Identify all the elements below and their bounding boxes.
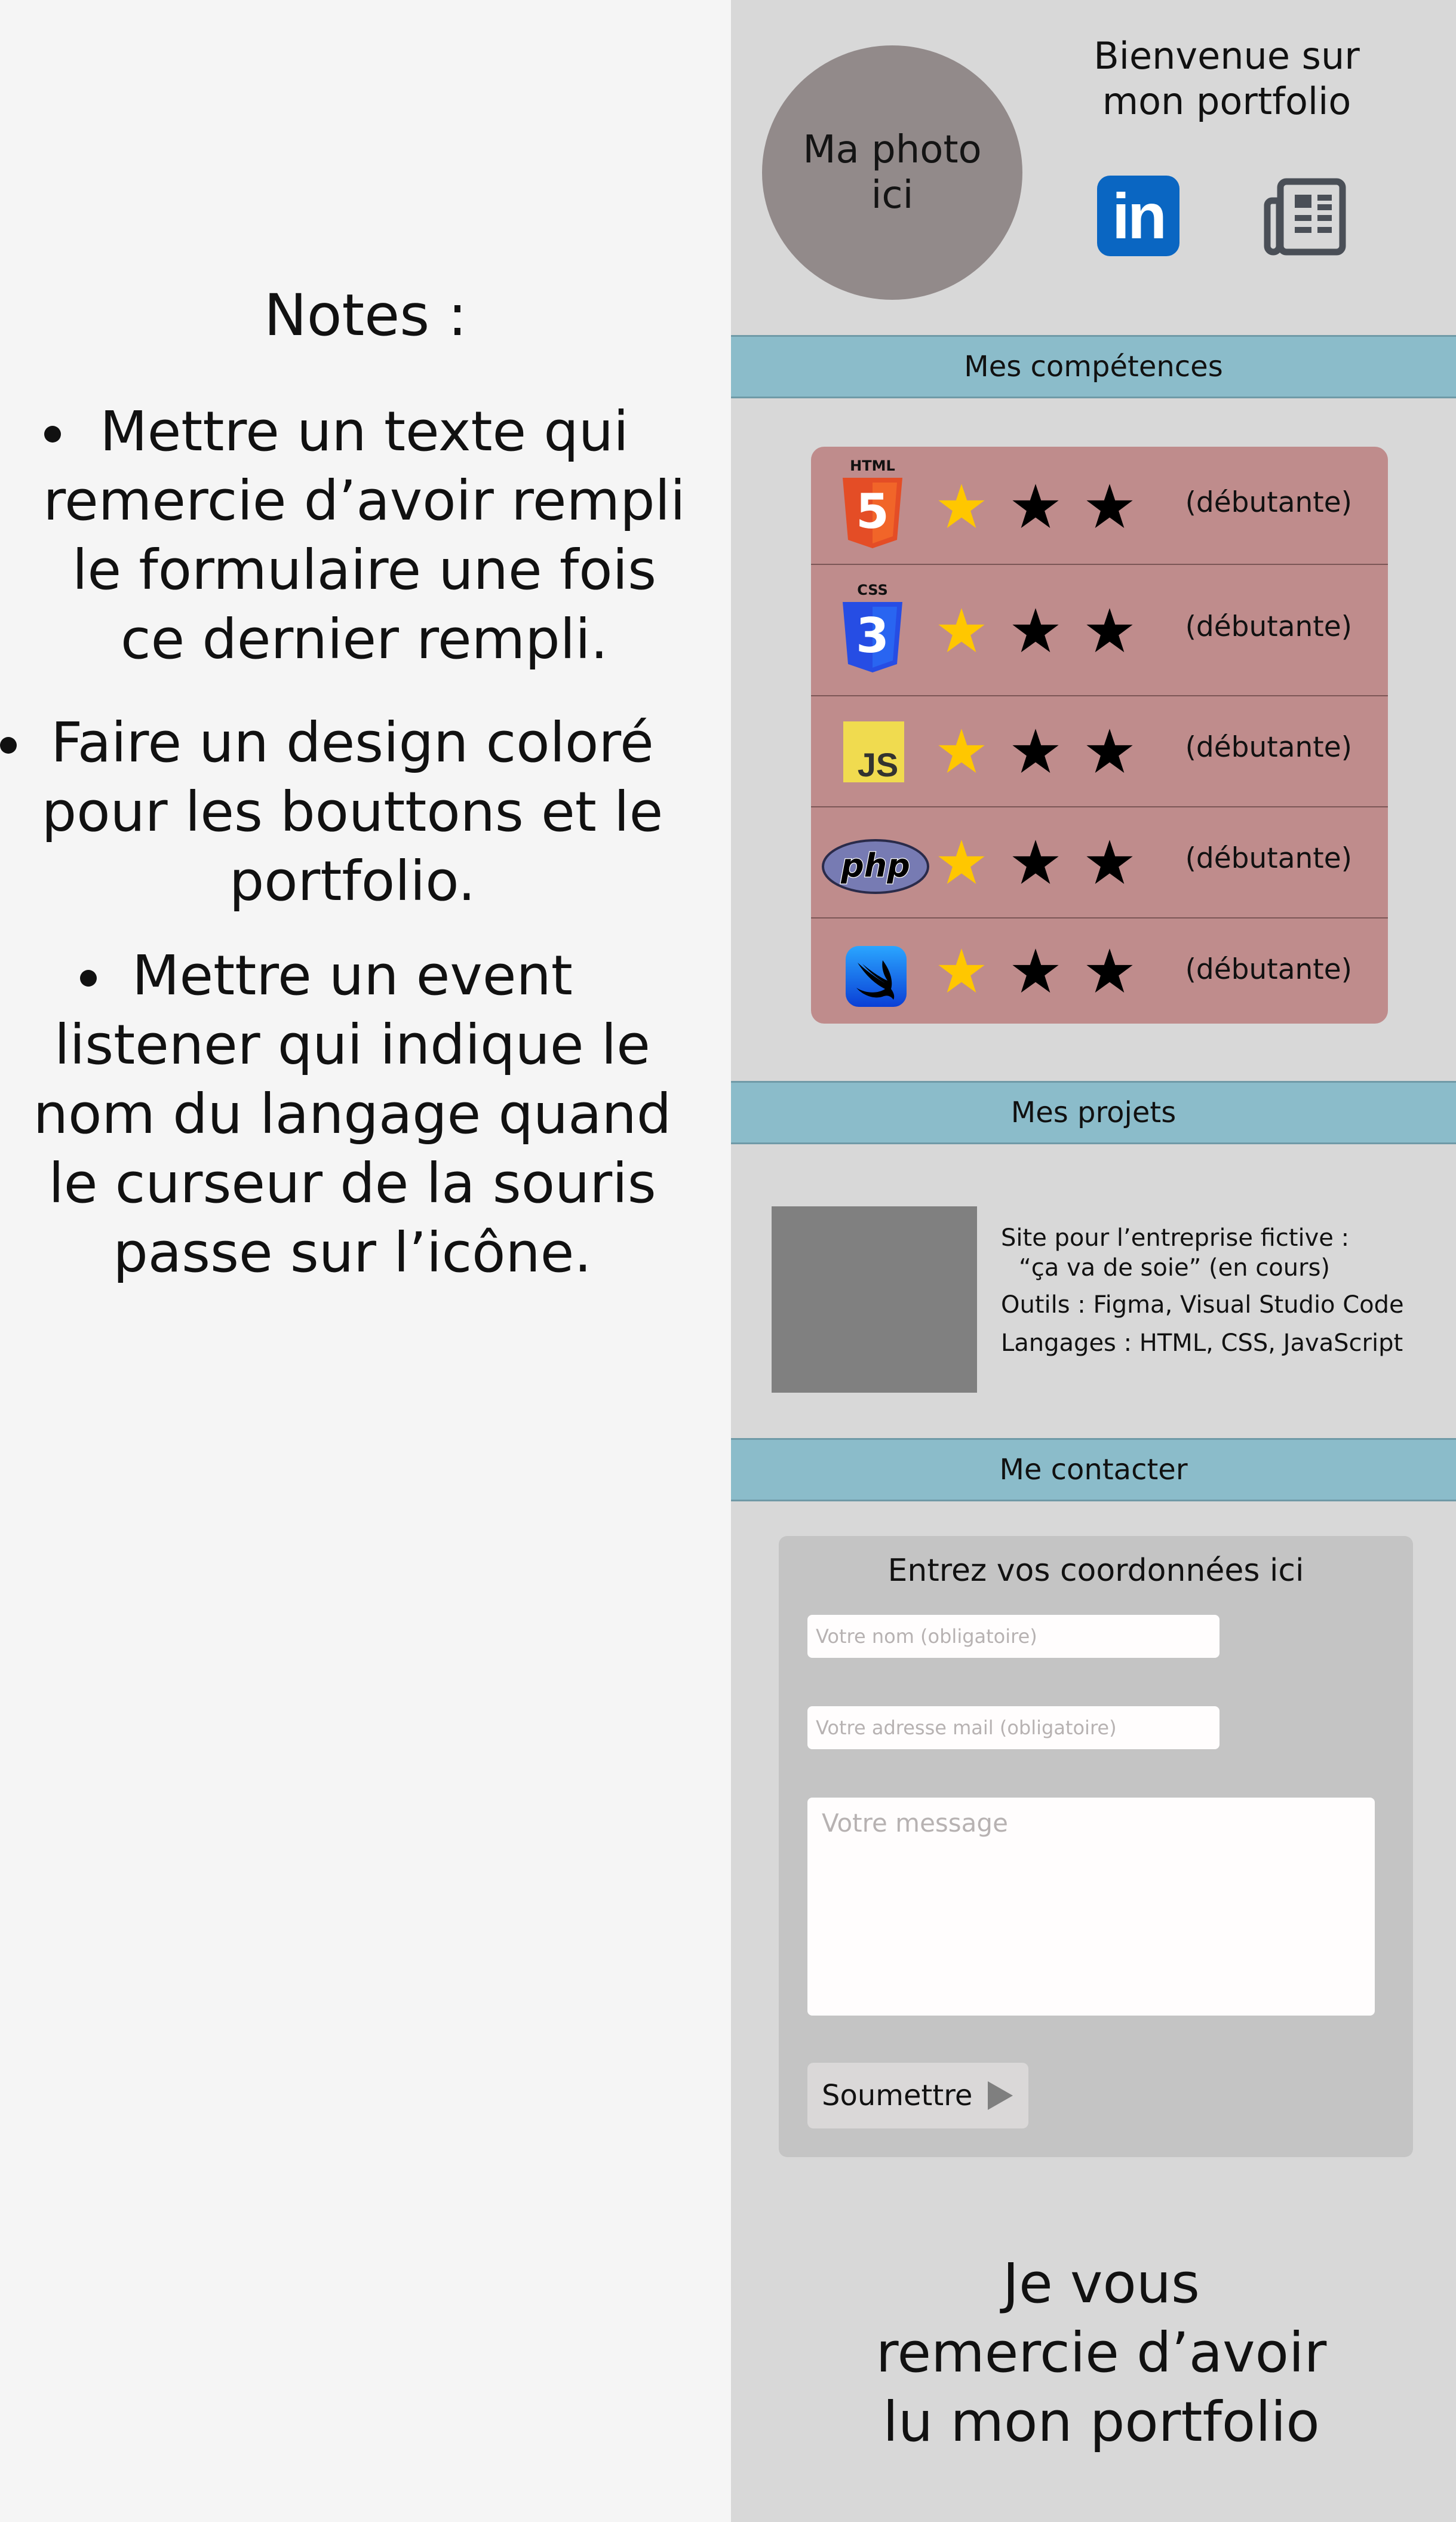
html5-icon-glyph: 5 xyxy=(856,484,889,539)
section-title-contact: Me contacter xyxy=(731,1438,1456,1501)
thanks-line: lu mon portfolio xyxy=(883,2390,1320,2454)
message-field[interactable] xyxy=(807,1798,1375,2016)
note-line: passe sur l’icône. xyxy=(113,1221,592,1285)
note-item: Faire un design coloré pour les bouttons… xyxy=(12,708,693,916)
html5-icon-label: HTML xyxy=(850,457,895,474)
welcome-title: Bienvenue sur mon portfolio xyxy=(1077,33,1376,124)
star-icon xyxy=(1012,729,1059,773)
note-line: listener qui indique le xyxy=(54,1013,650,1077)
welcome-line: Bienvenue sur xyxy=(1093,34,1360,78)
note-line: ce dernier rempli. xyxy=(121,607,608,671)
portfolio-page: Ma photo ici Bienvenue sur mon portfolio… xyxy=(731,0,1456,2522)
star-icon xyxy=(1012,840,1059,884)
skill-row-javascript: JS (débutante) xyxy=(811,696,1388,807)
contact-form-title: Entrez vos coordonnées ici xyxy=(887,1553,1304,1589)
css3-icon-label: CSS xyxy=(857,582,888,598)
note-item: Mettre un event listener qui indique le … xyxy=(12,941,693,1288)
skills-card: HTML 5 (débutante) CSS 3 (débutante) JS … xyxy=(811,447,1388,1024)
note-line: Mettre un texte qui xyxy=(100,400,629,463)
note-line: le curseur de la souris xyxy=(48,1151,656,1215)
php-icon[interactable]: php xyxy=(821,838,930,895)
css3-icon[interactable]: CSS 3 xyxy=(840,580,905,676)
project-thumbnail[interactable] xyxy=(772,1206,977,1393)
section-title-projects: Mes projets xyxy=(731,1081,1456,1144)
notes-panel: Notes : Mettre un texte qui remercie d’a… xyxy=(0,0,731,2522)
linkedin-icon-text: in xyxy=(1112,180,1167,252)
skill-level: (débutante) xyxy=(1185,842,1352,875)
thanks-line: remercie d’avoir xyxy=(876,2321,1327,2385)
star-icon xyxy=(1086,948,1133,993)
project-tools: Outils : Figma, Visual Studio Code xyxy=(1001,1291,1404,1319)
notes-title: Notes : xyxy=(263,282,468,349)
submit-button-label: Soumettre xyxy=(822,2079,973,2112)
skill-level: (débutante) xyxy=(1185,486,1352,519)
skill-row-css: CSS 3 (débutante) xyxy=(811,565,1388,696)
name-field[interactable] xyxy=(807,1615,1220,1658)
star-icon-active xyxy=(938,729,985,773)
css3-icon-glyph: 3 xyxy=(856,608,889,663)
star-icon xyxy=(1012,484,1059,529)
note-item: Mettre un texte qui remercie d’avoir rem… xyxy=(24,397,705,674)
star-icon-active xyxy=(938,608,985,653)
thanks-line: Je vous xyxy=(1003,2251,1200,2315)
skill-row-php: php (débutante) xyxy=(811,807,1388,919)
star-icon xyxy=(1086,608,1133,653)
html5-icon[interactable]: HTML 5 xyxy=(840,456,905,552)
skill-row-html: HTML 5 (débutante) xyxy=(811,447,1388,565)
star-icon xyxy=(1086,840,1133,884)
project-subtitle: “ça va de soie” (en cours) xyxy=(1019,1254,1331,1282)
star-icon xyxy=(1086,729,1133,773)
note-line: pour les bouttons et le xyxy=(41,780,664,844)
swift-icon[interactable] xyxy=(846,946,907,1007)
star-icon xyxy=(1012,948,1059,993)
play-icon xyxy=(988,2081,1013,2110)
star-icon xyxy=(1086,484,1133,529)
project-languages: Langages : HTML, CSS, JavaScript xyxy=(1001,1329,1403,1357)
note-line: Mettre un event xyxy=(132,944,573,1007)
star-icon-active xyxy=(938,840,985,884)
skill-level: (débutante) xyxy=(1185,953,1352,986)
photo-line: Ma photo xyxy=(803,128,982,172)
skill-level: (débutante) xyxy=(1185,610,1352,643)
photo-line: ici xyxy=(871,173,914,217)
thanks-message: Je vous remercie d’avoir lu mon portfoli… xyxy=(821,2249,1382,2457)
note-line: le formulaire une fois xyxy=(72,538,656,602)
javascript-icon[interactable]: JS xyxy=(843,721,904,782)
section-title-skills: Mes compétences xyxy=(731,335,1456,398)
email-field[interactable] xyxy=(807,1706,1220,1749)
newspaper-icon[interactable] xyxy=(1264,177,1347,257)
welcome-line: mon portfolio xyxy=(1102,79,1351,123)
note-line: remercie d’avoir rempli xyxy=(43,469,686,533)
php-icon-glyph: php xyxy=(840,847,910,884)
note-line: nom du langage quand xyxy=(33,1082,672,1146)
star-icon-active xyxy=(938,484,985,529)
skill-row-swift: (débutante) xyxy=(811,919,1388,1024)
submit-button[interactable]: Soumettre xyxy=(807,2063,1028,2128)
project-description: Site pour l’entreprise fictive : “ça va … xyxy=(1001,1223,1443,1358)
skill-level: (débutante) xyxy=(1185,731,1352,764)
profile-photo-placeholder: Ma photo ici xyxy=(762,45,1022,300)
project-title: Site pour l’entreprise fictive : xyxy=(1001,1224,1350,1252)
star-icon xyxy=(1012,608,1059,653)
note-line: Faire un design coloré xyxy=(51,711,654,775)
star-icon-active xyxy=(938,948,985,993)
contact-form: Entrez vos coordonnées ici Soumettre xyxy=(779,1536,1413,2157)
linkedin-icon[interactable]: in xyxy=(1097,176,1179,256)
javascript-icon-glyph: JS xyxy=(858,746,899,782)
note-line: portfolio. xyxy=(229,849,476,913)
